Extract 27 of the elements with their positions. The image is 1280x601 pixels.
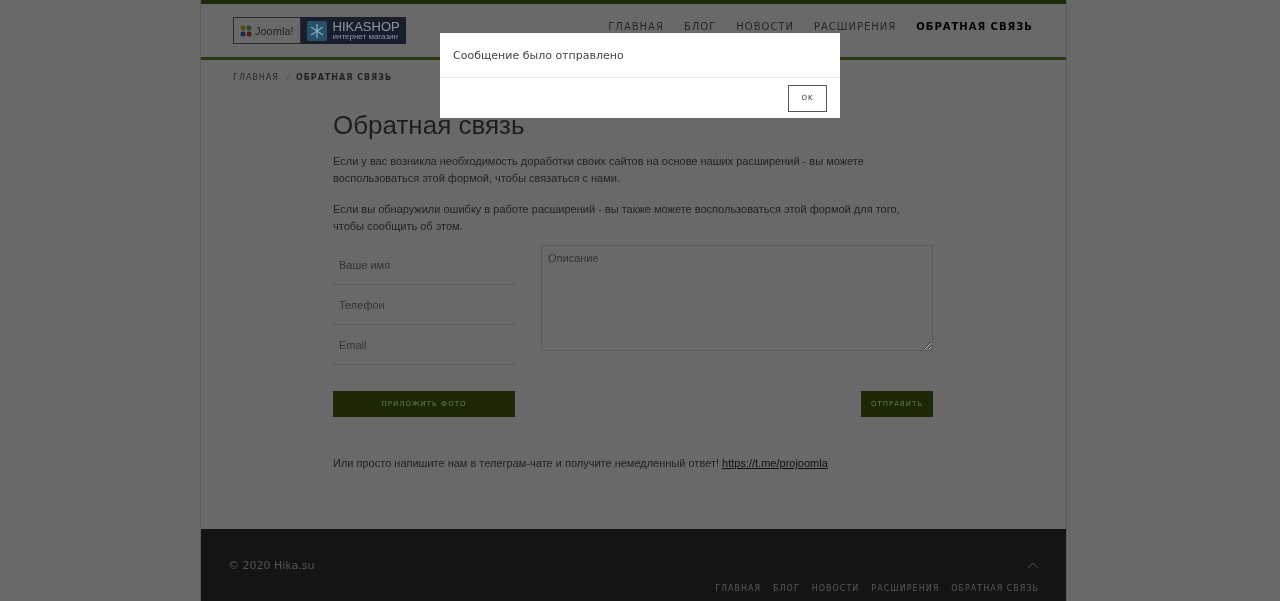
footer-link[interactable]: БЛОГ: [773, 584, 800, 593]
paragraph: Если вы обнаружили ошибку в работе расширений - вы также можете воспользоваться этой формой для того, чтобы сообщить об этом.: [333, 202, 901, 234]
copyright: © 2020 Hika.su: [228, 559, 315, 572]
footer-link[interactable]: ГЛАВНАЯ: [715, 584, 762, 593]
footer-link[interactable]: РАСШИРЕНИЯ: [871, 584, 940, 593]
logo-text: HIKASHOP: [332, 20, 400, 33]
dialog-message: Сообщение было отправлено: [453, 48, 624, 62]
joomla-icon: [240, 24, 252, 37]
breadcrumb-link[interactable]: ГЛАВНАЯ: [233, 73, 279, 82]
chevron-up-icon[interactable]: [1027, 562, 1039, 569]
telegram-text: Или просто напишите нам в телеграм-чате и получите немедленный ответ!: [333, 457, 719, 469]
breadcrumb-link[interactable]: ОБРАТНАЯ СВЯЗЬ: [295, 73, 393, 82]
snowflake-icon: [306, 20, 327, 41]
telegram-link[interactable]: https://t.me/projoomla: [722, 457, 828, 469]
logo-subtitle: интернет магазин: [332, 33, 399, 41]
footer-link[interactable]: ОБРАТНАЯ СВЯЗЬ: [951, 584, 1039, 593]
nav-link[interactable]: РАСШИРЕНИЯ: [813, 21, 897, 32]
footer-link[interactable]: НОВОСТИ: [811, 584, 860, 593]
hikashop-logo[interactable]: HIKASHOP интернет магазин: [300, 17, 406, 44]
nav-link[interactable]: БЛОГ: [683, 21, 717, 32]
page-title: Обратная связь: [333, 110, 526, 141]
nav-link[interactable]: НОВОСТИ: [736, 21, 794, 32]
nav-link[interactable]: ГЛАВНАЯ: [608, 21, 664, 32]
paragraph: Если у вас возникла необходимость доработки своих сайтов на основе наших расширений - вы можете воспользоваться этой формой, чтобы связаться с нами.: [333, 154, 865, 186]
joomla-logo[interactable]: Joomla!: [233, 17, 301, 44]
nav-link[interactable]: ОБРАТНАЯ СВЯЗЬ: [916, 21, 1033, 32]
logo-text: Joomla!: [255, 24, 294, 37]
